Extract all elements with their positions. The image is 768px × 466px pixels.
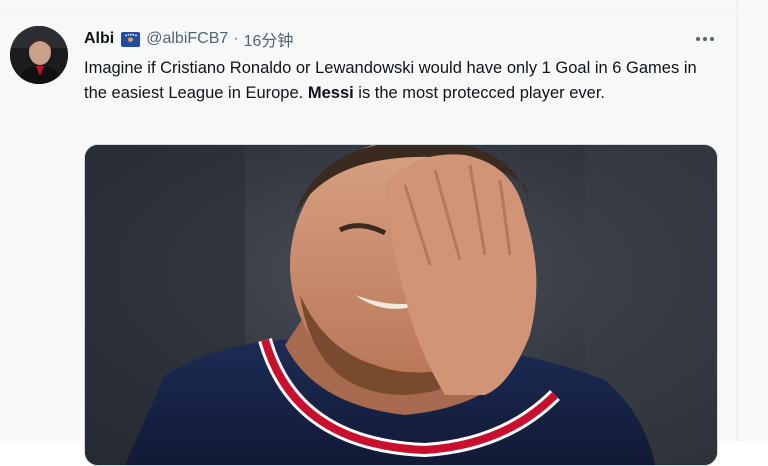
tweet-text-bold: Messi [307, 84, 354, 102]
separator-dot: · [233, 30, 239, 47]
avatar[interactable] [10, 26, 68, 84]
tweet-card[interactable]: Albi @albiFCB7 · 16分钟 Imagine if Cristia… [0, 11, 737, 466]
user-handle[interactable]: @albiFCB7 [146, 30, 228, 48]
tweet-header: Albi @albiFCB7 · 16分钟 [84, 28, 293, 50]
photo-image [85, 145, 717, 465]
timestamp[interactable]: 16分钟 [244, 27, 294, 51]
display-name[interactable]: Albi [84, 30, 114, 48]
tweet-text-part2: is the most protecced player ever. [353, 84, 605, 102]
top-divider [0, 0, 737, 11]
tweet-text: Imagine if Cristiano Ronaldo or Lewandow… [84, 56, 714, 106]
tweet-photo[interactable] [84, 144, 718, 466]
avatar-image [10, 26, 68, 84]
more-options-icon[interactable] [690, 28, 720, 50]
kosovo-flag-icon [121, 31, 141, 47]
right-scroll-area[interactable] [737, 0, 768, 441]
